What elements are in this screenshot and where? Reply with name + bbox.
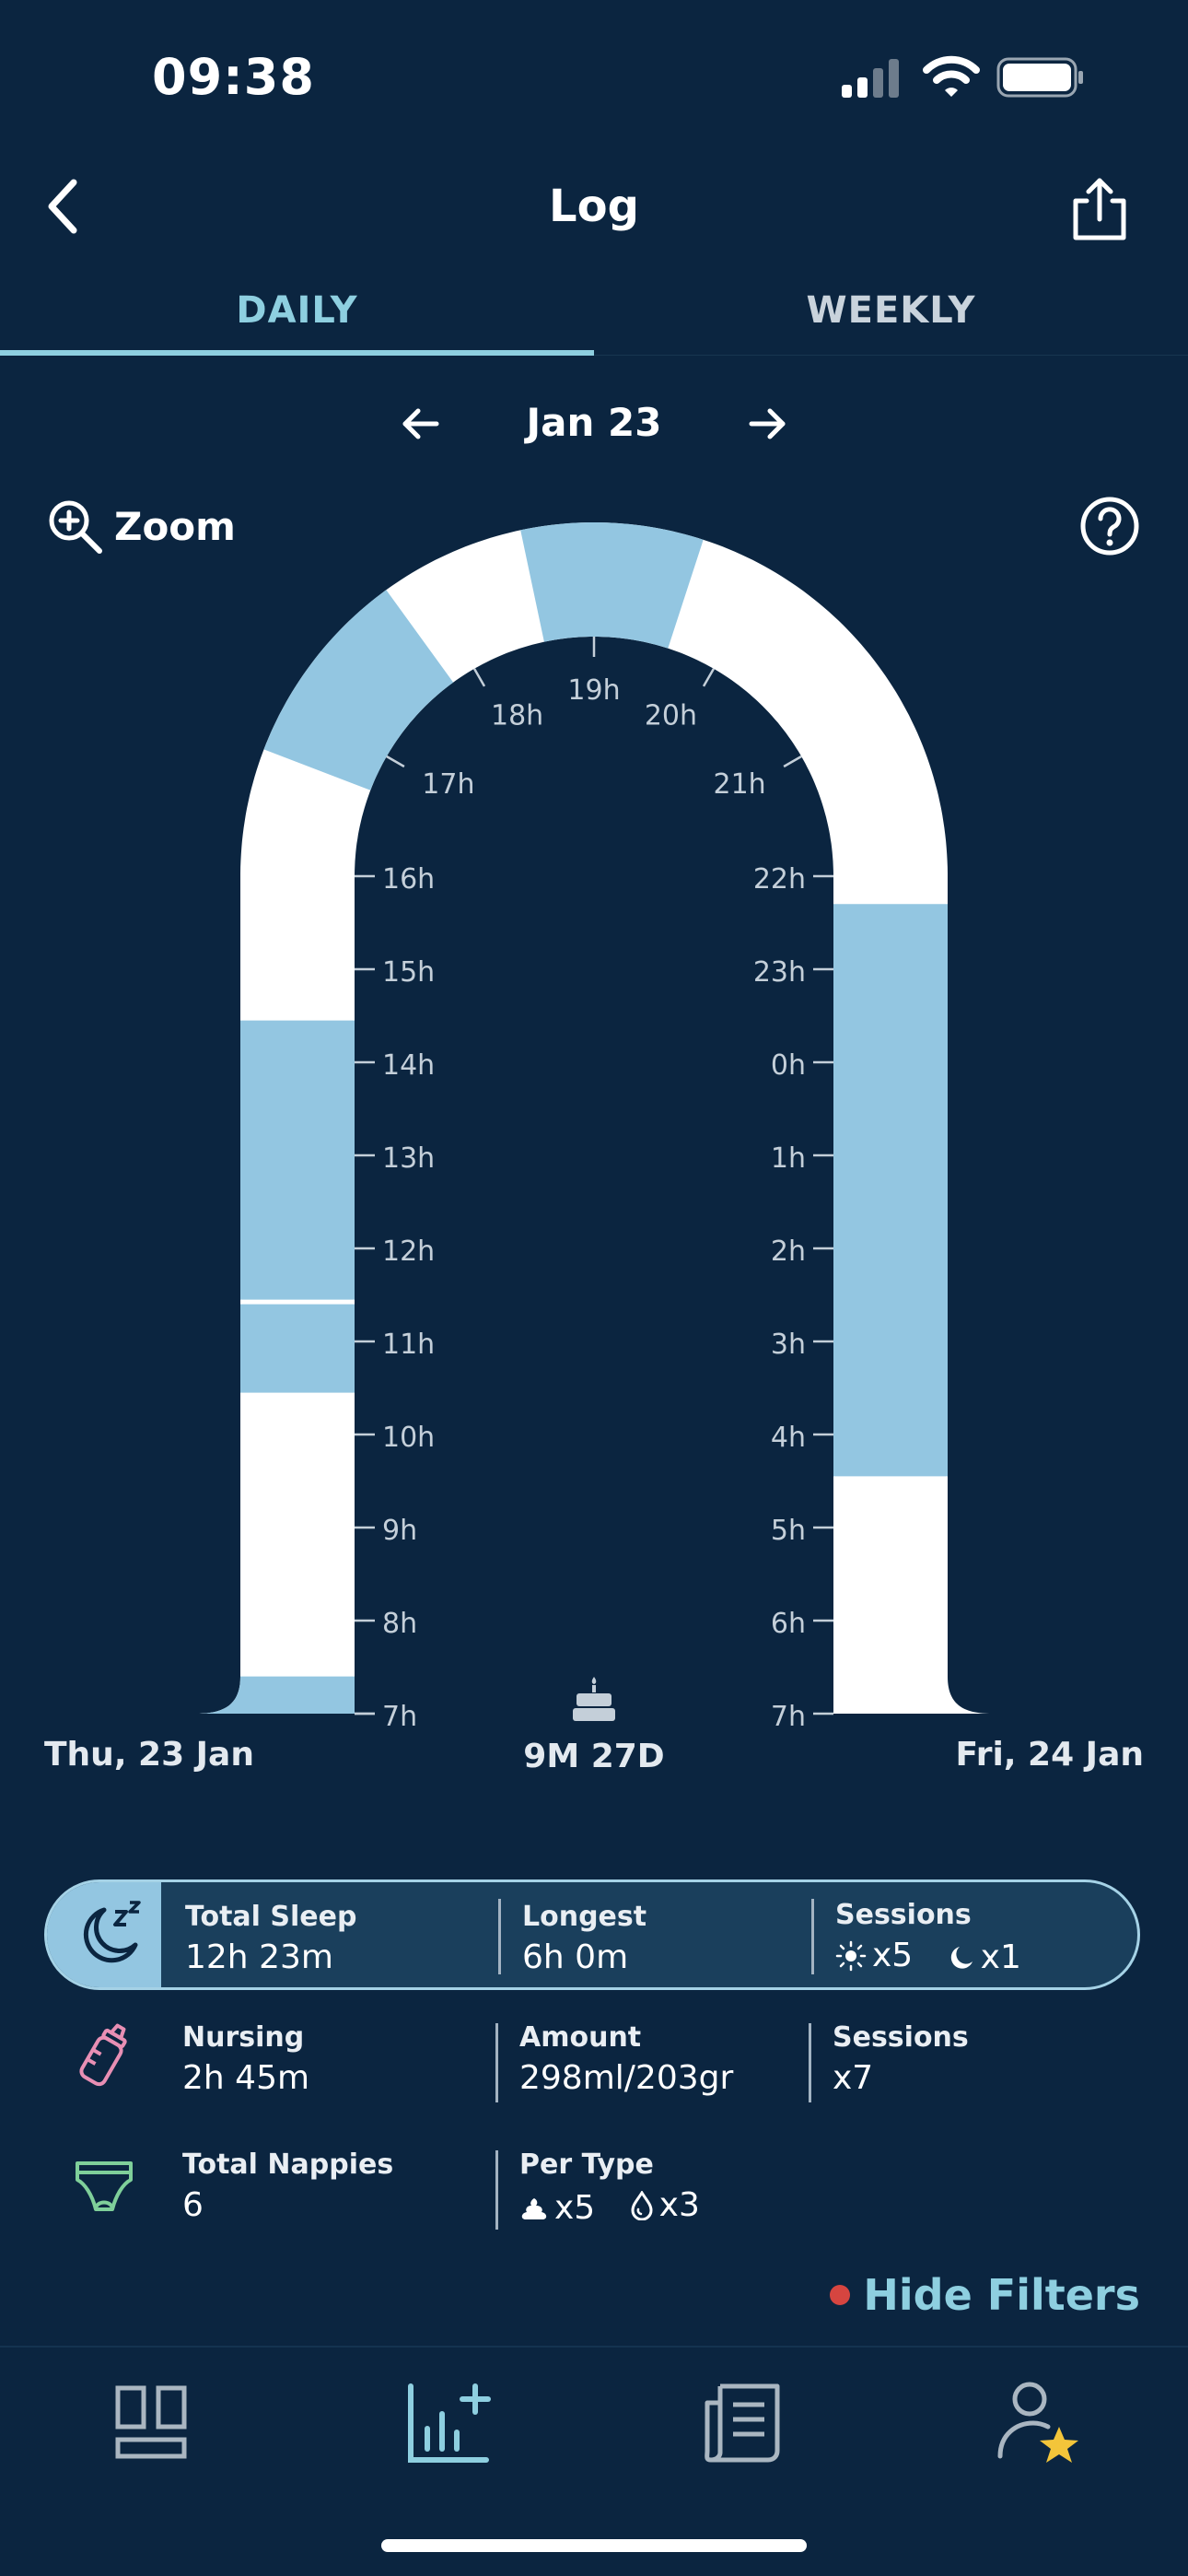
hour-label: 23h [753,956,806,989]
sleep-sessions-title: Sessions [835,1899,972,1931]
hour-tick [702,668,716,687]
divider [809,2023,811,2102]
battery-icon [996,57,1083,98]
wet-count: x3 [658,2186,700,2224]
hour-label: 7h [382,1701,417,1733]
bottom-nav-divider [0,2346,1188,2348]
moon-icon [950,1946,973,1969]
hour-label: 21h [714,768,766,801]
day-sessions-count: x5 [872,1937,914,1974]
nursing-sessions-title: Sessions [833,2021,969,2054]
cake-icon [573,1677,615,1721]
poo-count: x5 [554,2189,596,2227]
hour-label: 20h [645,699,697,732]
sleep-summary-row[interactable]: Total Sleep 12h 23m Longest 6h 0m Sessio… [44,1879,1140,1990]
hour-label: 3h [771,1329,806,1361]
nav-journal-button[interactable] [696,2377,788,2469]
hour-tick [783,755,802,768]
divider [495,2150,498,2230]
longest-sleep-value: 6h 0m [522,1938,629,1976]
page-title: Log [549,181,639,232]
sleep-session-2[interactable] [240,1020,355,1300]
hour-label: 11h [382,1329,435,1361]
nursing-amount-title: Amount [519,2021,642,2054]
sleep-session-5[interactable] [833,904,948,1477]
hour-label: 2h [771,1235,806,1268]
hour-label: 13h [382,1142,435,1175]
chart-add-icon [408,2383,491,2463]
journal-icon [705,2383,780,2463]
sleep-arch-chart: 7h 8h 9h 10h 11h 12h 13h 14h 15h 16h 17h 18h 19h 20h 2… [196,522,992,1733]
drop-icon [631,2190,653,2220]
hour-label: 1h [771,1142,806,1175]
sleep-session-1[interactable] [240,1304,355,1393]
nappies-summary-row[interactable]: Total Nappies 6 Per Type x5 x3 [44,2136,1140,2237]
nursing-summary-row[interactable]: Nursing 2h 45m Amount 298ml/203gr Sessio… [44,2008,1140,2110]
hour-label: 17h [422,768,474,801]
chart-end-date: Fri, 24 Jan [955,1736,1144,1774]
hour-tick [386,755,405,768]
hour-label: 19h [567,674,620,707]
sleep-session-0-foot [196,1677,355,1714]
sleep-icon-badge [47,1882,161,1987]
longest-sleep-title: Longest [522,1901,647,1933]
profile-star-icon [997,2382,1078,2463]
hour-label: 8h [382,1608,417,1640]
hour-label: 6h [771,1608,806,1640]
hour-label: 10h [382,1422,435,1454]
total-nappies-value: 6 [182,2186,204,2224]
baby-bottle-icon [79,2023,127,2087]
poo-icon [521,2197,547,2219]
next-day-button[interactable] [740,398,796,450]
hour-label: 7h [771,1701,806,1733]
hour-tick [472,668,486,687]
divider [811,1899,814,1974]
tab-daily[interactable]: DAILY [0,289,594,332]
hour-label: 9h [382,1515,417,1547]
arrow-right-icon [749,408,786,439]
share-button[interactable] [1063,173,1136,247]
moon-zzz-icon [83,1901,141,1963]
hour-label: 12h [382,1235,435,1268]
nav-dashboard-button[interactable] [105,2377,197,2469]
night-sessions-count: x1 [980,1938,1021,1976]
hour-label: 14h [382,1049,435,1082]
home-indicator [381,2539,807,2552]
diaper-icon [76,2161,133,2211]
hour-label: 18h [491,699,543,732]
hour-label: 0h [771,1049,806,1082]
hide-filters-button[interactable]: Hide Filters [830,2270,1140,2320]
dashboard-icon [115,2385,187,2459]
date-label: Jan 23 [526,400,662,445]
hour-label: 5h [771,1515,806,1547]
hide-filters-label: Hide Filters [863,2270,1140,2320]
wifi-icon [923,55,980,97]
hour-label: 4h [771,1422,806,1454]
cellular-signal-icon [842,59,899,98]
total-sleep-title: Total Sleep [185,1901,357,1933]
per-type-title: Per Type [519,2149,654,2181]
hour-label: 22h [753,863,806,896]
status-time: 09:38 [152,48,315,106]
nursing-value: 2h 45m [182,2059,310,2097]
tab-active-indicator [0,350,594,356]
divider [498,1899,501,1974]
nursing-title: Nursing [182,2021,305,2054]
tab-weekly[interactable]: WEEKLY [594,289,1188,332]
hour-label: 16h [382,863,435,896]
sun-icon [835,1940,867,1971]
divider [495,2023,498,2102]
share-icon [1073,178,1126,240]
nursing-amount-value: 298ml/203gr [519,2059,734,2097]
hour-label: 15h [382,956,435,989]
nursing-sessions-value: x7 [833,2059,874,2097]
arch-foot-right [833,1677,992,1714]
total-sleep-value: 12h 23m [185,1938,333,1976]
nav-log-button[interactable] [402,2377,494,2469]
filter-active-dot [830,2285,851,2305]
total-nappies-title: Total Nappies [182,2149,394,2181]
nav-profile-button[interactable] [991,2377,1083,2469]
